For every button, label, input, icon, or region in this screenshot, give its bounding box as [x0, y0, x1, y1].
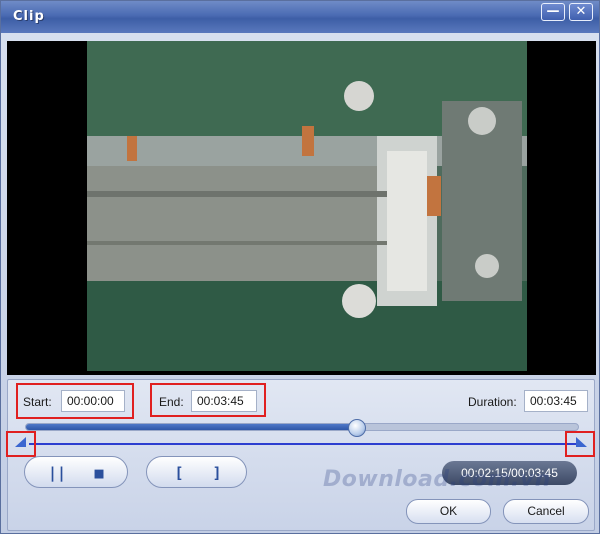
pause-icon: ||: [47, 464, 67, 482]
watermark-logo: Download.com.vn: [323, 467, 551, 492]
close-icon: ✕: [575, 4, 587, 19]
clip-range-line: [29, 443, 577, 445]
start-highlight: [16, 383, 134, 419]
duration-label: Duration:: [468, 395, 517, 409]
end-highlight: [150, 383, 266, 417]
end-marker-highlight: [565, 431, 595, 457]
mark-out-icon: ]: [212, 464, 222, 482]
clip-dialog: Clip — ✕ Start: 00:00:00 End: 00:03:45 D…: [0, 0, 600, 534]
pause-button[interactable]: ||: [43, 463, 71, 483]
marker-button-group: [ ]: [146, 456, 247, 488]
video-preview: [7, 41, 596, 375]
progress-fill: [26, 424, 358, 430]
cancel-button[interactable]: Cancel: [503, 499, 589, 524]
stop-icon: ■: [94, 464, 104, 482]
minimize-button[interactable]: —: [541, 3, 565, 21]
ok-button[interactable]: OK: [406, 499, 491, 524]
set-end-button[interactable]: ]: [203, 463, 231, 483]
window-title: Clip: [13, 9, 45, 24]
machine-scene-image: [87, 41, 527, 371]
stop-button[interactable]: ■: [85, 463, 113, 483]
playback-button-group: || ■: [24, 456, 128, 488]
close-button[interactable]: ✕: [569, 3, 593, 21]
playback-progress-bar[interactable]: [25, 423, 579, 431]
video-frame-image: [87, 41, 527, 371]
set-start-button[interactable]: [: [165, 463, 193, 483]
duration-field: 00:03:45: [524, 390, 588, 412]
minimize-icon: —: [546, 4, 560, 19]
mark-in-icon: [: [174, 464, 184, 482]
start-marker-highlight: [6, 431, 36, 457]
title-bar: Clip — ✕: [1, 1, 599, 33]
